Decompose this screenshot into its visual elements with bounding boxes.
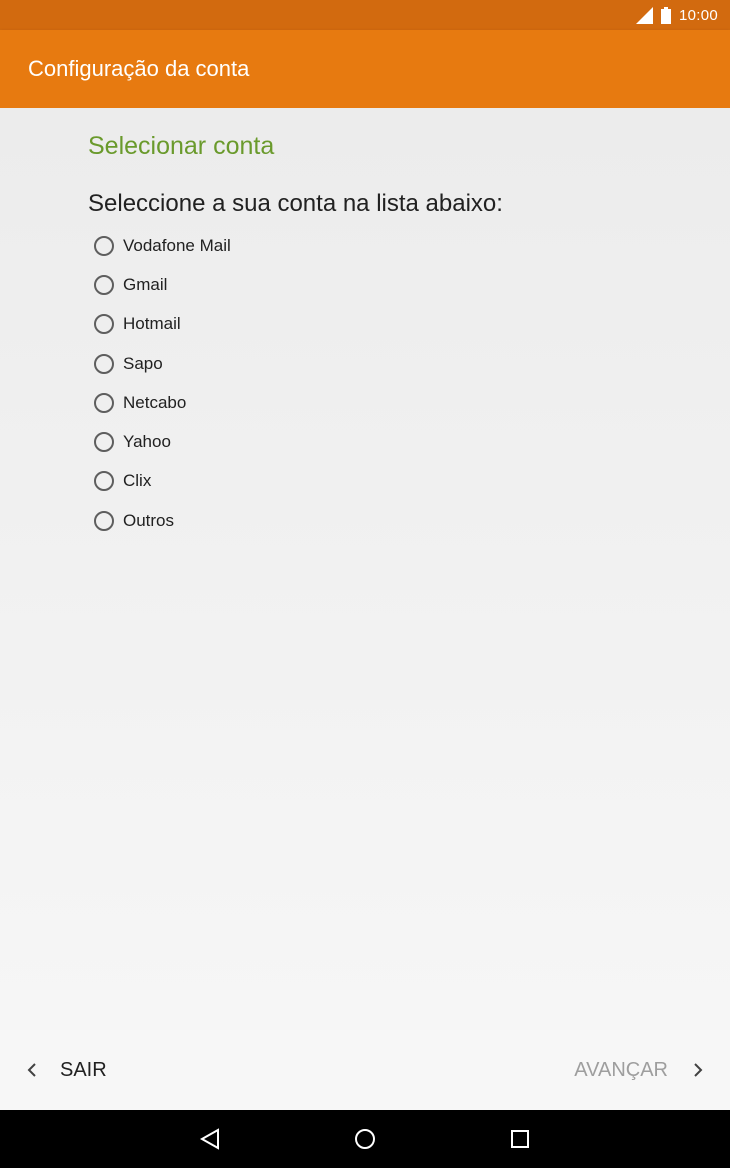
radio-label: Gmail: [123, 274, 168, 294]
chevron-right-icon: [692, 1062, 704, 1078]
home-circle-icon: [355, 1129, 375, 1149]
status-time: 10:00: [678, 6, 718, 24]
system-home-button[interactable]: [325, 1110, 405, 1168]
radio-label: Yahoo: [123, 432, 171, 452]
radio-label: Hotmail: [123, 314, 181, 334]
radio-button-icon[interactable]: [94, 510, 114, 531]
app-bar-title: Configuração da conta: [28, 56, 250, 81]
radio-option-gmail[interactable]: Gmail: [94, 265, 231, 304]
radio-label: Netcabo: [123, 392, 187, 412]
radio-label: Clix: [123, 471, 152, 491]
signal-icon: [635, 6, 653, 24]
sair-button[interactable]: SAIR: [26, 1030, 107, 1110]
system-navigation-bar: [0, 1110, 730, 1168]
radio-option-outros[interactable]: Outros: [94, 501, 231, 540]
status-bar: 10:00: [0, 0, 730, 30]
radio-button-icon[interactable]: [94, 392, 114, 413]
app-bar: Configuração da conta: [0, 30, 730, 108]
radio-button-icon[interactable]: [94, 314, 114, 335]
account-radio-list: Vodafone Mail Gmail Hotmail Sapo Netcabo…: [94, 226, 231, 540]
radio-button-icon[interactable]: [94, 432, 114, 453]
avancar-button[interactable]: AVANÇAR: [574, 1030, 704, 1110]
radio-button-icon[interactable]: [94, 235, 114, 256]
prompt-text: Seleccione a sua conta na lista abaixo:: [88, 190, 503, 217]
radio-option-yahoo[interactable]: Yahoo: [94, 422, 231, 461]
radio-option-hotmail[interactable]: Hotmail: [94, 305, 231, 344]
back-triangle-icon: [199, 1128, 219, 1150]
radio-label: Vodafone Mail: [123, 235, 231, 255]
radio-label: Sapo: [123, 353, 163, 373]
radio-option-sapo[interactable]: Sapo: [94, 344, 231, 383]
bottom-navigation-bar: SAIR AVANÇAR: [0, 1030, 730, 1110]
avancar-label: AVANÇAR: [574, 1058, 668, 1081]
radio-button-icon[interactable]: [94, 353, 114, 374]
recents-square-icon: [511, 1130, 529, 1148]
sair-label: SAIR: [60, 1058, 107, 1081]
system-recents-button[interactable]: [480, 1110, 560, 1168]
section-title: Selecionar conta: [88, 132, 275, 160]
radio-option-netcabo[interactable]: Netcabo: [94, 383, 231, 422]
radio-label: Outros: [123, 510, 175, 530]
radio-option-clix[interactable]: Clix: [94, 462, 231, 501]
radio-button-icon[interactable]: [94, 274, 114, 295]
radio-button-icon[interactable]: [94, 471, 114, 492]
system-back-button[interactable]: [170, 1110, 250, 1168]
radio-option-vodafone-mail[interactable]: Vodafone Mail: [94, 226, 231, 265]
battery-icon: [660, 6, 671, 24]
chevron-left-icon: [26, 1062, 38, 1078]
main-content: Selecionar conta Seleccione a sua conta …: [0, 108, 730, 1030]
